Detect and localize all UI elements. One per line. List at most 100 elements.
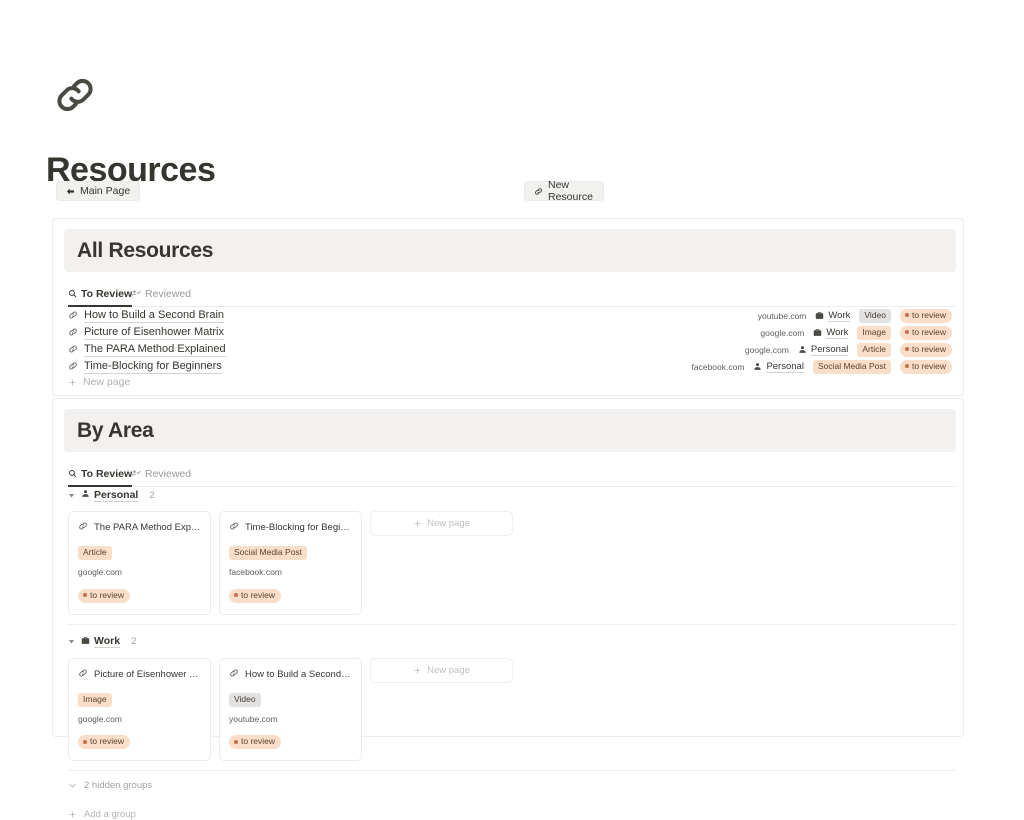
- new-resource-button[interactable]: New Resource: [524, 179, 604, 203]
- link-icon: [78, 668, 88, 681]
- cell-type-tag: Social Media Post: [229, 546, 308, 560]
- link-icon: [229, 521, 239, 534]
- table-row[interactable]: The PARA Method Explained google.com Per…: [64, 341, 956, 358]
- table-row-title[interactable]: Time-Blocking for Beginners: [84, 360, 222, 374]
- tab-reviewed[interactable]: Reviewed: [131, 462, 191, 485]
- link-icon: [229, 668, 239, 681]
- new-page-label: New page: [83, 376, 131, 388]
- board-card[interactable]: Time-Blocking for Beginners Social Media…: [219, 511, 362, 615]
- briefcase-icon: [81, 636, 90, 648]
- table-row-main[interactable]: How to Build a Second Brain: [68, 307, 225, 325]
- status-badge: to review: [899, 342, 952, 357]
- cell-url: youtube.com: [757, 310, 807, 321]
- board-card-url: youtube.com: [229, 713, 278, 724]
- search-icon: [68, 289, 77, 298]
- tab-reviewed[interactable]: Reviewed: [131, 282, 191, 305]
- chevron-down-icon: [68, 781, 77, 790]
- card-strip-personal: The PARA Method Explained Article google…: [64, 511, 956, 615]
- cell-area: Work: [813, 327, 849, 339]
- table-row-title[interactable]: Picture of Eisenhower Matrix: [84, 326, 224, 340]
- tab-reviewed-label: Reviewed: [145, 467, 192, 480]
- tab-to-review-label: To Review: [81, 467, 133, 480]
- status-badge-label: to review: [911, 309, 946, 320]
- table-row-main[interactable]: Time-Blocking for Beginners: [68, 358, 222, 375]
- table-row-properties: google.com Work Image to review: [760, 324, 952, 341]
- plus-icon: [413, 666, 422, 675]
- board-card-url: google.com: [78, 713, 122, 724]
- cell-url: google.com: [760, 327, 805, 338]
- board-card-title-label: The PARA Method Explained: [94, 522, 201, 533]
- group-divider: [68, 623, 956, 625]
- cell-type-tag: Article: [857, 342, 891, 357]
- table-row-main[interactable]: Picture of Eisenhower Matrix: [68, 324, 224, 341]
- database-block-all-resources: All Resources To Review Reviewed How to …: [52, 218, 964, 396]
- link-icon: [78, 521, 88, 534]
- board-card-status: to review: [229, 584, 352, 603]
- tab-to-review-label: To Review: [81, 287, 133, 300]
- cell-area-label: Personal: [810, 343, 849, 356]
- table-row-main[interactable]: The PARA Method Explained: [68, 341, 226, 358]
- chevron-down-icon[interactable]: [68, 492, 75, 499]
- tab-to-review[interactable]: To Review: [68, 282, 133, 307]
- cell-area-label: Work: [828, 309, 851, 322]
- link-icon: [68, 307, 78, 325]
- table-row[interactable]: Picture of Eisenhower Matrix google.com …: [64, 324, 956, 341]
- group-name-label: Personal: [94, 488, 139, 502]
- briefcase-icon: [813, 328, 822, 337]
- board-card-title: Time-Blocking for Beginners: [229, 521, 352, 534]
- group-name-label: Work: [94, 635, 121, 648]
- cell-type-tag: Image: [857, 325, 891, 340]
- link-icon: [534, 187, 543, 196]
- database-banner: All Resources: [64, 229, 956, 272]
- table-row-properties: facebook.com Personal Social Media Post …: [692, 358, 952, 375]
- main-page-button-label: Main Page: [80, 185, 131, 197]
- status-badge: to review: [899, 308, 952, 323]
- status-dot-icon: [904, 347, 909, 351]
- plus-icon: [68, 810, 77, 819]
- main-page-button[interactable]: Main Page: [56, 181, 141, 201]
- new-page-button[interactable]: New page: [68, 376, 130, 388]
- new-page-card[interactable]: New page: [370, 511, 513, 536]
- board-card[interactable]: How to Build a Second Brain Video youtub…: [219, 657, 362, 761]
- new-page-row[interactable]: New page: [64, 376, 956, 394]
- chevron-down-icon[interactable]: [68, 638, 75, 645]
- table-row[interactable]: Time-Blocking for Beginners facebook.com…: [64, 358, 956, 375]
- status-badge-label: to review: [911, 360, 946, 371]
- table-row-title[interactable]: The PARA Method Explained: [84, 343, 226, 357]
- board-card-status: to review: [229, 731, 352, 749]
- board-card[interactable]: The PARA Method Explained Article google…: [68, 511, 211, 615]
- cell-type-tag: Image: [78, 692, 112, 707]
- briefcase-icon: [815, 311, 824, 320]
- group-count: 2: [131, 636, 137, 647]
- table-row-title[interactable]: How to Build a Second Brain: [84, 309, 225, 323]
- group-header-personal[interactable]: Personal 2: [64, 487, 956, 503]
- view-tab-bar: To Review Reviewed: [64, 462, 956, 487]
- board-card-title: The PARA Method Explained: [78, 521, 201, 534]
- status-badge: to review: [899, 325, 952, 340]
- add-group-button[interactable]: Add a group: [64, 809, 956, 820]
- status-badge: to review: [78, 588, 131, 603]
- board-card-title-label: Picture of Eisenhower Matrix: [94, 668, 201, 680]
- cell-area-label: Personal: [766, 360, 804, 373]
- link-icon: [68, 324, 78, 342]
- status-dot-icon: [904, 364, 909, 368]
- status-badge-label: to review: [911, 343, 946, 354]
- group-name: Personal: [81, 488, 139, 502]
- page-root: Resources Main Page New Resource All Res…: [0, 0, 1024, 820]
- group-divider: [68, 770, 956, 771]
- board-card[interactable]: Picture of Eisenhower Matrix Image googl…: [68, 657, 211, 761]
- group-header-work[interactable]: Work 2: [64, 634, 956, 650]
- table-row-properties: google.com Personal Article to review: [745, 341, 952, 358]
- person-check-icon: [131, 469, 141, 478]
- status-badge: to review: [899, 359, 952, 374]
- new-page-card[interactable]: New page: [370, 657, 513, 683]
- tab-to-review[interactable]: To Review: [68, 462, 133, 487]
- hidden-groups-toggle[interactable]: 2 hidden groups: [64, 780, 956, 791]
- new-page-label: New page: [427, 664, 470, 676]
- board-card-type: Image: [78, 689, 201, 707]
- table-row[interactable]: How to Build a Second Brain youtube.com …: [64, 307, 956, 324]
- status-badge-label: to review: [90, 589, 125, 600]
- group-count: 2: [149, 489, 155, 501]
- status-badge-label: to review: [241, 736, 276, 746]
- person-check-icon: [131, 289, 141, 298]
